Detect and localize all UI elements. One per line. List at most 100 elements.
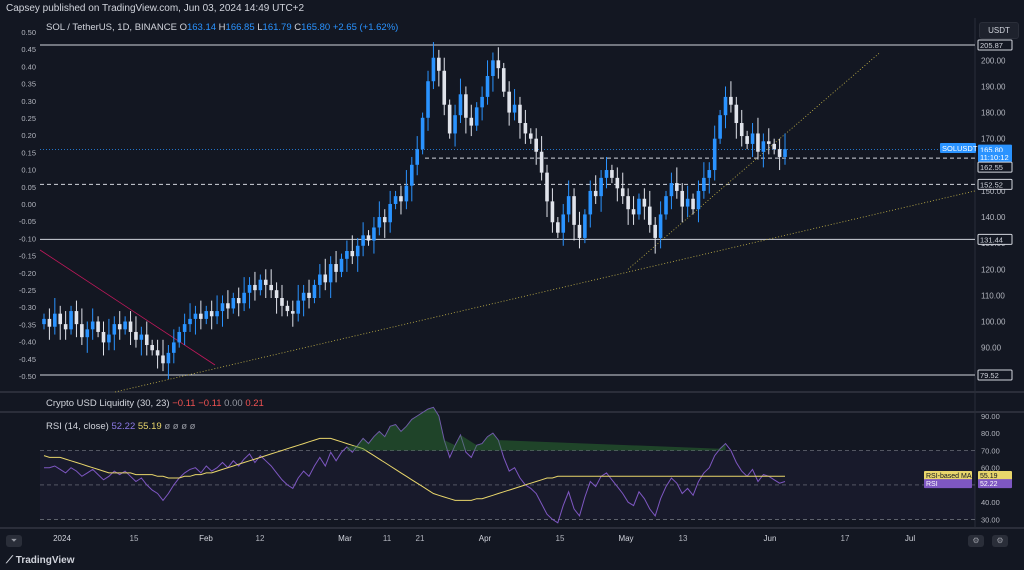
left-tick-label: -0.20 — [19, 269, 36, 278]
candle-body — [593, 190, 598, 197]
left-tick-label: -0.10 — [19, 234, 36, 243]
price-tick-label: 190.00 — [981, 82, 1006, 91]
left-tick-label: -0.15 — [19, 252, 36, 261]
rsi-label-text: RSI — [926, 481, 938, 488]
plot-svg[interactable]: 200.00190.00180.00170.00160.00150.00140.… — [0, 0, 1024, 570]
candle-body — [215, 311, 219, 317]
candle-body — [274, 290, 279, 299]
currency-button[interactable]: USDT — [979, 22, 1019, 39]
candle-body — [285, 305, 290, 312]
left-tick-label: 0.00 — [21, 200, 36, 209]
candle-body — [583, 214, 587, 238]
left-tick-label: 0.30 — [21, 97, 36, 106]
candle-body — [572, 196, 576, 225]
candle-body — [620, 188, 625, 197]
candle-body — [577, 224, 582, 238]
candle-body — [409, 164, 414, 186]
candle-body — [777, 149, 782, 157]
price-tick-label: 90.00 — [981, 344, 1002, 353]
rsi-tick-label: 70.00 — [981, 446, 1000, 455]
candle-body — [718, 115, 722, 139]
candle-body — [604, 170, 609, 178]
left-tick-label: -0.50 — [19, 372, 36, 381]
candle-body — [464, 94, 468, 118]
candle-body — [437, 57, 441, 71]
candle-body — [123, 321, 127, 330]
candle-body — [712, 138, 717, 171]
candle-body — [453, 115, 457, 134]
price-label-text: 205.87 — [980, 41, 1003, 50]
candle-body — [204, 311, 209, 319]
chart-root: Capsey published on TradingView.com, Jun… — [0, 0, 1024, 570]
candle-body — [328, 264, 333, 283]
liquidity-legend[interactable]: Crypto USD Liquidity (30, 23) −0.11 −0.1… — [46, 398, 264, 409]
price-tick-label: 110.00 — [981, 291, 1005, 300]
high-value: 166.85 — [225, 22, 255, 33]
symbol-name: SOL / TetherUS, 1D, BINANCE — [46, 22, 177, 33]
candle-body — [566, 196, 571, 215]
candle-body — [372, 227, 376, 241]
candle-body — [610, 170, 614, 178]
candle-body — [723, 96, 728, 116]
candle-body — [96, 321, 100, 332]
candle-body — [366, 235, 371, 241]
candle-body — [312, 284, 317, 299]
candle-body — [447, 104, 452, 134]
left-tick-label: -0.30 — [19, 303, 36, 312]
time-tick-label: Apr — [479, 534, 492, 543]
symbol-legend[interactable]: SOL / TetherUS, 1D, BINANCE O163.14 H166… — [46, 22, 398, 33]
candle-body — [355, 245, 360, 257]
candle-body — [512, 104, 517, 113]
left-tick-label: 0.45 — [21, 45, 36, 54]
candle-body — [739, 123, 744, 137]
candle-body — [263, 279, 268, 285]
candle-body — [707, 170, 712, 178]
rsi-name: RSI (14, close) — [46, 421, 109, 432]
candle-body — [393, 196, 398, 204]
candle-body — [518, 104, 522, 124]
candle-body — [420, 117, 425, 150]
candle-body — [501, 68, 506, 92]
candle-body — [112, 324, 117, 335]
candle-body — [253, 284, 257, 291]
candle-body — [745, 136, 749, 144]
tv-icon: ⟋ — [6, 555, 16, 566]
time-tick-label: 13 — [679, 534, 688, 543]
time-axis-icon[interactable]: ⚙ — [968, 535, 984, 547]
candle-body — [155, 350, 160, 356]
candle-body — [480, 96, 484, 108]
candle-body — [388, 203, 392, 223]
candle-body — [556, 222, 560, 233]
left-tick-label: 0.40 — [21, 62, 36, 71]
rsi-value: 52.22 — [111, 421, 136, 432]
rsi-overbought-fill — [346, 407, 726, 451]
trendline-short — [627, 52, 881, 270]
candle-body — [231, 298, 236, 309]
candle-body — [117, 324, 122, 330]
settings-icon[interactable]: ⚙ — [992, 535, 1008, 547]
candle-body — [220, 303, 225, 312]
candle-body — [339, 258, 344, 272]
candle-body — [615, 177, 620, 189]
candle-body — [345, 250, 349, 259]
candle-body — [139, 334, 144, 340]
timezone-icon[interactable]: ⏷ — [6, 535, 22, 547]
candle-body — [42, 318, 46, 325]
candle-body — [664, 196, 668, 215]
candle-body — [653, 224, 657, 238]
close-value: 165.80 — [301, 22, 331, 33]
tradingview-logo[interactable]: ⟋ TradingView — [6, 555, 75, 566]
time-tick-label: May — [618, 534, 633, 543]
candle-body — [69, 311, 73, 330]
candle-body — [750, 133, 755, 144]
left-tick-label: 0.50 — [21, 28, 36, 37]
candle-body — [236, 298, 241, 304]
candle-body — [247, 284, 252, 293]
rsi-legend[interactable]: RSI (14, close) 52.22 55.19 ø ø ø ø — [46, 421, 195, 432]
candle-body — [588, 190, 593, 215]
candle-body — [485, 76, 490, 97]
candle-body — [658, 214, 663, 238]
time-tick-label: 17 — [841, 534, 850, 543]
candle-body — [399, 196, 403, 202]
candle-body — [496, 60, 501, 69]
